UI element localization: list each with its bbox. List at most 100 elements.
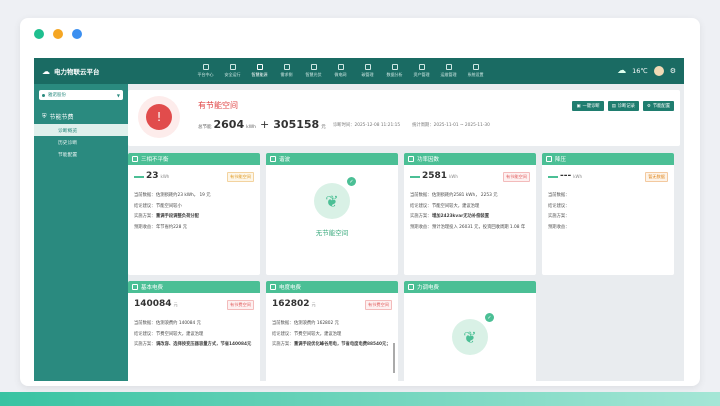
card-header: 力调电费 (404, 281, 536, 293)
demand-icon (283, 64, 290, 70)
leaf-icon: ❦ ✓ (314, 177, 356, 219)
safety-icon (229, 64, 236, 70)
money-value: 305158 (273, 118, 320, 131)
bottom-gradient-strip (0, 392, 720, 406)
card-three-phase: 三相不平衡 23 kWh 有节能空间 当前数据： 估测损耗约23 kWh， 19 元… (128, 153, 260, 275)
gauge-icon (410, 172, 420, 178)
status-badge: 有节能空间 (503, 172, 530, 182)
summary-title: 有节能空间 (198, 101, 238, 110)
summary-actions: ▣ 一键诊断 ▤ 诊断记录 ⚙ 节能配置 (572, 101, 674, 111)
analysis-icon (391, 64, 398, 70)
card-header: 电度电费 (266, 281, 398, 293)
card-basic-fee: 基本电费 140084 元 有节费空间 当前数据： 估测浪费约 140084 元 结… (128, 281, 260, 381)
harmonic-icon (270, 156, 276, 162)
summary-values: 总节能 2604 kWh + 305158 元 (198, 118, 326, 131)
card-value: 2581 (422, 171, 448, 181)
recycle-icon (256, 64, 263, 70)
top-nav: 平台中心 安全运行 智慧能源 需求侧 智慧光伏 微电网 碳管理 数据分析 资产管… (192, 58, 489, 84)
status-badge: 有节费空间 (227, 300, 254, 310)
card-header: 功率因数 (404, 153, 536, 165)
power-factor-icon (408, 156, 414, 162)
solar-panel-icon (310, 64, 317, 70)
app-title: 电力物联云平台 (54, 68, 100, 76)
config-icon: ⚙ (646, 103, 651, 109)
card-power-factor: 功率因数 2581 kWh 有节能空间 当前数据： 估测损耗约2581 kWh， 2… (404, 153, 536, 275)
diagnose-records-button[interactable]: ▤ 诊断记录 (607, 101, 639, 111)
leaf-icon (364, 64, 371, 70)
basic-fee-icon (132, 284, 138, 290)
nav-item-analysis[interactable]: 数据分析 (381, 58, 408, 84)
card-value: 140084 (134, 299, 172, 309)
sidebar-item-config[interactable]: 节能配置 (34, 148, 128, 160)
app-frame: ☁ 电力物联云平台 平台中心 安全运行 智慧能源 需求侧 智慧光伏 微电网 碳管… (34, 58, 684, 381)
window-dot-orange[interactable] (53, 29, 63, 39)
status-badge: 暂无数据 (645, 172, 668, 182)
sidebar-item-history[interactable]: 历史诊断 (34, 136, 128, 148)
chevron-down-icon: ▼ (116, 92, 120, 98)
diagnosis-grid: 三相不平衡 23 kWh 有节能空间 当前数据： 估测损耗约23 kWh， 19 元… (128, 153, 680, 381)
card-step-down: 降压 --- kWh 暂无数据 当前数据： 结论建议： 实施方案： 预期收益： (542, 153, 674, 275)
cloudy-weather-icon: ☁ (617, 66, 627, 76)
card-header: 降压 (542, 153, 674, 165)
microgrid-icon (337, 64, 344, 70)
three-phase-icon (132, 156, 138, 162)
status-badge: 有节费空间 (365, 300, 392, 310)
temperature: 16℃ (632, 67, 648, 75)
sidebar-item-overview[interactable]: 诊断概览 (34, 124, 128, 136)
menu-group-label: 节能节费 (49, 114, 74, 121)
card-scrollbar[interactable] (393, 343, 395, 373)
shield-check-icon: ⛨ (42, 112, 47, 120)
window-dot-green[interactable] (34, 29, 44, 39)
asset-icon (418, 64, 425, 70)
weather-widget: ☁ 16℃ ⚙ (617, 58, 676, 84)
nav-item-ops[interactable]: 运维管理 (435, 58, 462, 84)
nav-item-microgrid[interactable]: 微电网 (327, 58, 354, 84)
card-harmonic: 谐波 ❦ ✓ 无节能空间 (266, 153, 398, 275)
energy-fee-icon (270, 284, 276, 290)
check-icon: ✓ (485, 313, 494, 322)
card-energy-fee: 电度电费 162802 元 有节费空间 当前数据： 估测浪费约 162802 元 结… (266, 281, 398, 381)
card-value: 162802 (272, 299, 310, 309)
gauge-icon (548, 172, 558, 178)
card-header: 基本电费 (128, 281, 260, 293)
check-icon: ✓ (347, 177, 356, 186)
nav-item-carbon[interactable]: 碳管理 (354, 58, 381, 84)
org-name: 雅诺股份 (48, 93, 66, 98)
window-controls (20, 18, 700, 50)
nav-item-smart-energy[interactable]: 智慧能源 (246, 58, 273, 84)
one-click-diagnose-button[interactable]: ▣ 一键诊断 (572, 101, 604, 111)
status-badge: 有节能空间 (227, 172, 254, 182)
money-unit: 元 (321, 125, 326, 130)
top-bar: ☁ 电力物联云平台 平台中心 安全运行 智慧能源 需求侧 智慧光伏 微电网 碳管… (34, 58, 684, 84)
energy-label: 总节能 (198, 125, 212, 130)
statistic-period: 统计周期：2025-11-01 ~ 2025-11-30 (412, 123, 490, 128)
gear-icon (472, 64, 479, 70)
sidebar: 雅诺股份 ▼ ⛨ 节能节费 诊断概览 历史诊断 节能配置 (34, 84, 128, 381)
main-content: ! 有节能空间 总节能 2604 kWh + 305158 元 诊断时间：202… (128, 90, 680, 381)
wrench-icon (445, 64, 452, 70)
nav-item-safety[interactable]: 安全运行 (219, 58, 246, 84)
leaf-icon: ❦ ✓ (452, 313, 494, 355)
menu-group-energy-saving[interactable]: ⛨ 节能节费 (34, 106, 128, 124)
records-icon: ▤ (611, 103, 616, 109)
energy-config-button[interactable]: ⚙ 节能配置 (642, 101, 674, 111)
summary-meta: 诊断时间：2025-12-08 11:21:15 统计周期：2025-11-01… (333, 122, 490, 128)
diagnosis-time: 诊断时间：2025-12-08 11:21:15 (333, 123, 401, 128)
avatar[interactable] (653, 66, 664, 76)
nav-item-settings[interactable]: 系统设置 (462, 58, 489, 84)
app-logo: ☁ 电力物联云平台 (34, 66, 154, 77)
card-header: 谐波 (266, 153, 398, 165)
alert-shield-icon: ! (138, 96, 180, 138)
window-dot-blue[interactable] (72, 29, 82, 39)
cloud-icon: ☁ (42, 66, 50, 76)
org-selector[interactable]: 雅诺股份 ▼ (39, 90, 123, 100)
step-down-icon (546, 156, 552, 162)
nav-item-demand[interactable]: 需求侧 (273, 58, 300, 84)
org-dot-icon (42, 93, 45, 97)
nav-item-assets[interactable]: 资产管理 (408, 58, 435, 84)
nav-item-pv[interactable]: 智慧光伏 (300, 58, 327, 84)
no-saving-text: 无节能空间 (315, 229, 349, 237)
settings-icon[interactable]: ⚙ (670, 67, 676, 75)
nav-item-platform[interactable]: 平台中心 (192, 58, 219, 84)
plus-sign: + (260, 118, 270, 131)
